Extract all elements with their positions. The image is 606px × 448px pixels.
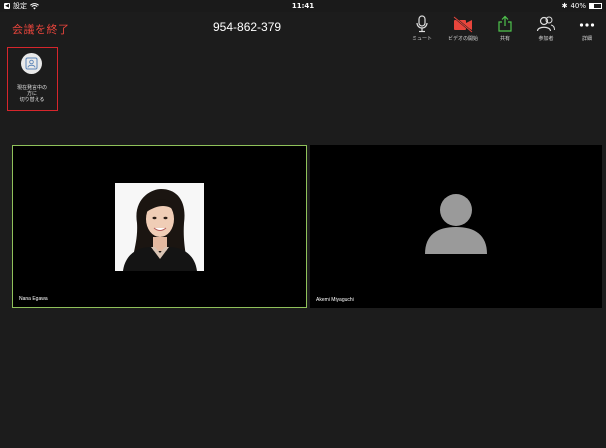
status-time: 11:41 (291, 2, 315, 10)
more-label: 詳細 (581, 36, 592, 42)
mute-button[interactable]: ミュート (402, 15, 442, 42)
participants-icon (536, 16, 555, 32)
switch-view-label: 現在発言中の 方に 切り替える (8, 85, 56, 103)
status-bar-right: ✱ 40% (562, 0, 602, 12)
more-button[interactable]: 詳細 (567, 15, 606, 42)
start-video-button[interactable]: ビデオの開始 (443, 15, 483, 42)
share-label: 共有 (499, 36, 510, 42)
start-video-label: ビデオの開始 (447, 36, 478, 42)
share-button[interactable]: 共有 (485, 15, 525, 42)
participant-name: Nana Egawa (19, 296, 48, 302)
more-icon (579, 23, 595, 27)
end-meeting-button[interactable]: 会議を終了 (12, 21, 70, 37)
meeting-toolbar: 会議を終了 954-862-379 ミュート ビデオの開始 共有 参加者 詳細 (0, 12, 606, 46)
participants-label: 参加者 (538, 36, 554, 42)
battery-percent: 40% (570, 2, 586, 10)
share-icon (498, 15, 512, 32)
participant-photo (115, 183, 204, 271)
switch-to-active-speaker-button[interactable]: 現在発言中の 方に 切り替える (7, 47, 58, 111)
microphone-icon (416, 15, 428, 33)
video-tile-active[interactable]: Nana Egawa (12, 145, 307, 308)
participants-button[interactable]: 参加者 (526, 15, 566, 42)
switch-view-label-line3: 切り替える (19, 97, 45, 103)
bluetooth-icon: ✱ (561, 2, 568, 10)
default-avatar-icon (425, 194, 487, 254)
status-bar: ◀ 設定 11:41 ✱ 40% (0, 0, 606, 12)
mute-label: ミュート (411, 36, 432, 42)
active-speaker-icon (21, 53, 42, 74)
meeting-id: 954-862-379 (213, 20, 282, 34)
video-off-icon (453, 16, 473, 33)
video-tile[interactable]: Akemi Miyaguchi (310, 145, 602, 308)
battery-icon (589, 3, 602, 9)
participant-name: Akemi Miyaguchi (316, 297, 354, 303)
battery-level (590, 4, 595, 8)
